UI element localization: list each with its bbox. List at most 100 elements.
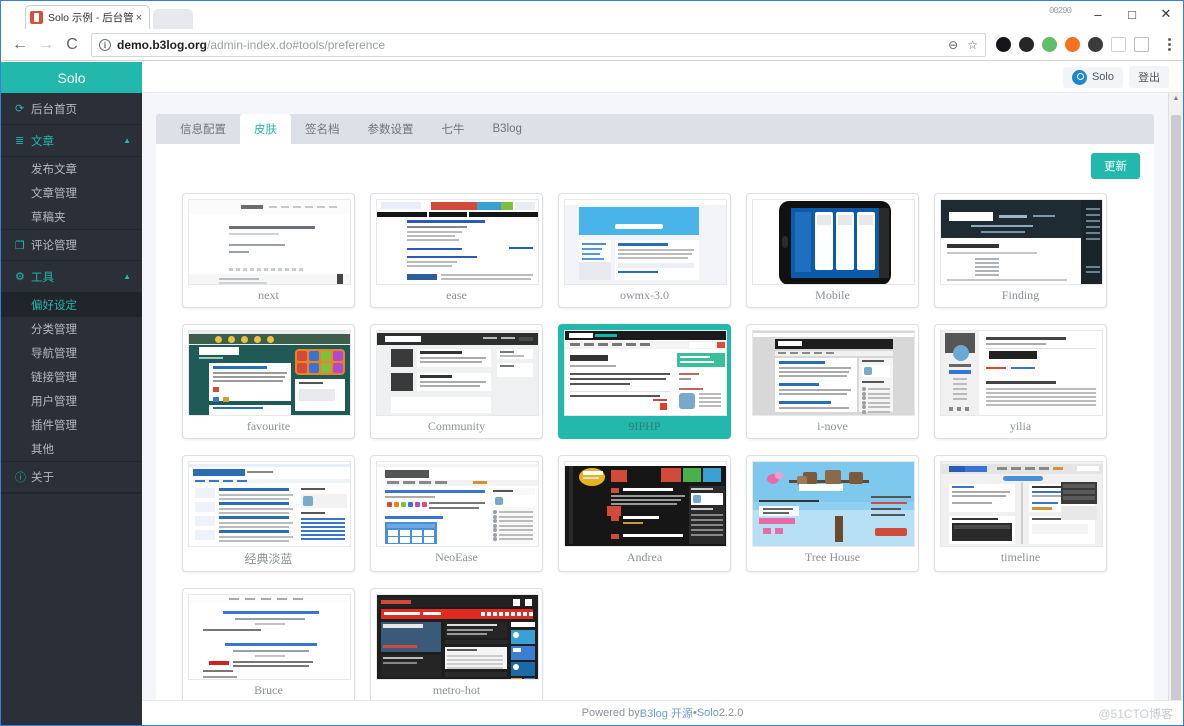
theme-card[interactable]: next bbox=[182, 193, 355, 308]
reload-icon[interactable]: C bbox=[59, 32, 85, 58]
close-tab-icon[interactable]: × bbox=[133, 12, 145, 24]
update-button-top[interactable]: 更新 bbox=[1091, 153, 1140, 179]
theme-card[interactable]: ease bbox=[370, 193, 543, 308]
theme-thumbnail bbox=[188, 199, 351, 285]
sidebar-item-label: 评论管理 bbox=[31, 240, 77, 252]
comment-icon: ❐ bbox=[15, 239, 25, 252]
theme-thumbnail bbox=[940, 461, 1103, 547]
theme-card[interactable]: metro-hot bbox=[370, 588, 543, 700]
tab-info-config[interactable]: 信息配置 bbox=[166, 114, 240, 144]
theme-card[interactable]: Finding bbox=[934, 193, 1107, 308]
footer: Powered by B3log 开源 • Solo 2.2.0 @51CTO博… bbox=[142, 700, 1183, 725]
browser-toolbar: ← → C i demo.b3log.org/admin-index.do#to… bbox=[1, 29, 1183, 61]
footer-link-solo[interactable]: Solo bbox=[697, 707, 719, 719]
sidebar-item-label: 其他 bbox=[31, 444, 54, 456]
theme-card[interactable]: Andrea bbox=[558, 455, 731, 572]
extension-icon-5[interactable] bbox=[1088, 37, 1103, 52]
theme-card[interactable]: 9IPHP bbox=[558, 324, 731, 439]
top-action-row: 更新 bbox=[170, 153, 1140, 179]
logout-button[interactable]: 登出 bbox=[1129, 66, 1169, 88]
tab-parameters[interactable]: 参数设置 bbox=[354, 114, 428, 144]
theme-name: 9IPHP bbox=[628, 419, 661, 433]
sidebar-item-comments[interactable]: ❐ 评论管理 bbox=[1, 229, 142, 261]
favicon-icon bbox=[30, 11, 43, 24]
minimize-icon[interactable]: – bbox=[1081, 1, 1115, 27]
sidebar-item-users[interactable]: 用户管理 bbox=[1, 389, 142, 413]
address-bar-url: demo.b3log.org/admin-index.do#tools/pref… bbox=[117, 38, 385, 52]
sidebar-item-label: 偏好设定 bbox=[31, 300, 77, 312]
address-bar[interactable]: i demo.b3log.org/admin-index.do#tools/pr… bbox=[91, 32, 986, 57]
sidebar-item-drafts[interactable]: 草稿夹 bbox=[1, 205, 142, 229]
avatar bbox=[1071, 69, 1087, 85]
shield-icon[interactable] bbox=[1134, 37, 1149, 52]
tab-signature[interactable]: 签名档 bbox=[291, 114, 354, 144]
sidebar-item-others[interactable]: 其他 bbox=[1, 437, 142, 461]
new-tab-button[interactable] bbox=[153, 9, 193, 29]
vertical-scrollbar[interactable]: ▲ bbox=[1168, 93, 1183, 700]
omnibox-actions: ⊖ ☆ bbox=[940, 38, 978, 52]
theme-card[interactable]: 经典淡蓝 bbox=[182, 455, 355, 572]
settings-tabs: 信息配置 皮肤 签名档 参数设置 七牛 B3log bbox=[156, 114, 1154, 144]
theme-name: owmx-3.0 bbox=[620, 288, 669, 302]
sidebar-item-dashboard[interactable]: ⟳ 后台首页 bbox=[1, 93, 142, 125]
theme-thumbnail bbox=[940, 199, 1103, 285]
theme-card[interactable]: Tree House bbox=[746, 455, 919, 572]
tab-b3log[interactable]: B3log bbox=[479, 114, 536, 144]
close-window-icon[interactable]: ✕ bbox=[1149, 1, 1183, 27]
extension-icon-3[interactable] bbox=[1042, 37, 1057, 52]
chevron-up-icon: ▲ bbox=[123, 136, 131, 145]
theme-name: Mobile bbox=[815, 288, 850, 302]
url-domain: demo.b3log.org bbox=[117, 37, 207, 52]
sidebar-item-preference[interactable]: 偏好设定 bbox=[1, 293, 142, 317]
theme-card[interactable]: i-nove bbox=[746, 324, 919, 439]
theme-name: Finding bbox=[1001, 288, 1040, 302]
sidebar-item-links[interactable]: 链接管理 bbox=[1, 365, 142, 389]
info-circle-icon: ⓘ bbox=[15, 472, 26, 484]
scroll-up-icon[interactable]: ▲ bbox=[1169, 95, 1183, 102]
sidebar-item-article-manage[interactable]: 文章管理 bbox=[1, 181, 142, 205]
maximize-icon[interactable]: □ bbox=[1115, 1, 1149, 27]
sidebar-item-about[interactable]: ⓘ 关于 bbox=[1, 461, 142, 493]
sidebar-item-plugins[interactable]: 插件管理 bbox=[1, 413, 142, 437]
theme-card[interactable]: Bruce bbox=[182, 588, 355, 700]
extension-icon-1[interactable] bbox=[996, 37, 1011, 52]
forward-icon[interactable]: → bbox=[33, 32, 59, 58]
sidebar-item-label: 发布文章 bbox=[31, 164, 77, 176]
sidebar-item-navigation[interactable]: 导航管理 bbox=[1, 341, 142, 365]
sidebar-item-label: 用户管理 bbox=[31, 396, 77, 408]
sidebar-item-label: 工具 bbox=[31, 271, 54, 284]
user-menu[interactable]: Solo bbox=[1062, 66, 1123, 88]
footer-link-b3log[interactable]: B3log 开源 bbox=[640, 705, 693, 721]
sidebar-nav: ⟳ 后台首页 ≣ 文章 ▲ 发布文章 文章管理 草稿夹 ❐ 评论管理 ⚙ 工具 bbox=[1, 93, 142, 725]
tab-qiniu[interactable]: 七牛 bbox=[428, 114, 479, 144]
browser-menu-icon[interactable] bbox=[1161, 38, 1177, 51]
theme-card[interactable]: timeline bbox=[934, 455, 1107, 572]
theme-card[interactable]: owmx-3.0 bbox=[558, 193, 731, 308]
sidebar-item-label: 文章管理 bbox=[31, 188, 77, 200]
bookmark-star-icon[interactable]: ☆ bbox=[967, 38, 978, 52]
sidebar-item-tools[interactable]: ⚙ 工具 ▲ bbox=[1, 261, 142, 293]
extension-icon-6[interactable] bbox=[1111, 37, 1126, 52]
sidebar-item-category[interactable]: 分类管理 bbox=[1, 317, 142, 341]
theme-card[interactable]: yilia bbox=[934, 324, 1107, 439]
back-icon[interactable]: ← bbox=[7, 32, 33, 58]
theme-card[interactable]: favourite bbox=[182, 324, 355, 439]
theme-card[interactable]: Mobile bbox=[746, 193, 919, 308]
scrollbar-thumb[interactable] bbox=[1171, 115, 1181, 700]
url-path: /admin-index.do#tools/preference bbox=[207, 37, 386, 52]
theme-card[interactable]: Community bbox=[370, 324, 543, 439]
theme-thumbnail bbox=[376, 199, 539, 285]
sidebar-item-articles[interactable]: ≣ 文章 ▲ bbox=[1, 125, 142, 157]
header: Solo 登出 bbox=[142, 62, 1183, 93]
theme-name: Tree House bbox=[804, 550, 861, 564]
site-info-icon[interactable]: i bbox=[99, 38, 111, 51]
tab-skin[interactable]: 皮肤 bbox=[240, 114, 291, 144]
sidebar-logo[interactable]: Solo bbox=[1, 62, 142, 93]
extensions-row bbox=[992, 37, 1177, 52]
zoom-icon[interactable]: ⊖ bbox=[948, 38, 958, 52]
extension-icon-4[interactable] bbox=[1065, 37, 1080, 52]
sidebar-item-publish-article[interactable]: 发布文章 bbox=[1, 157, 142, 181]
browser-tab[interactable]: Solo 示例 - 后台管理 × bbox=[25, 5, 150, 29]
extension-icon-2[interactable] bbox=[1019, 37, 1034, 52]
theme-card[interactable]: NeoEase bbox=[370, 455, 543, 572]
